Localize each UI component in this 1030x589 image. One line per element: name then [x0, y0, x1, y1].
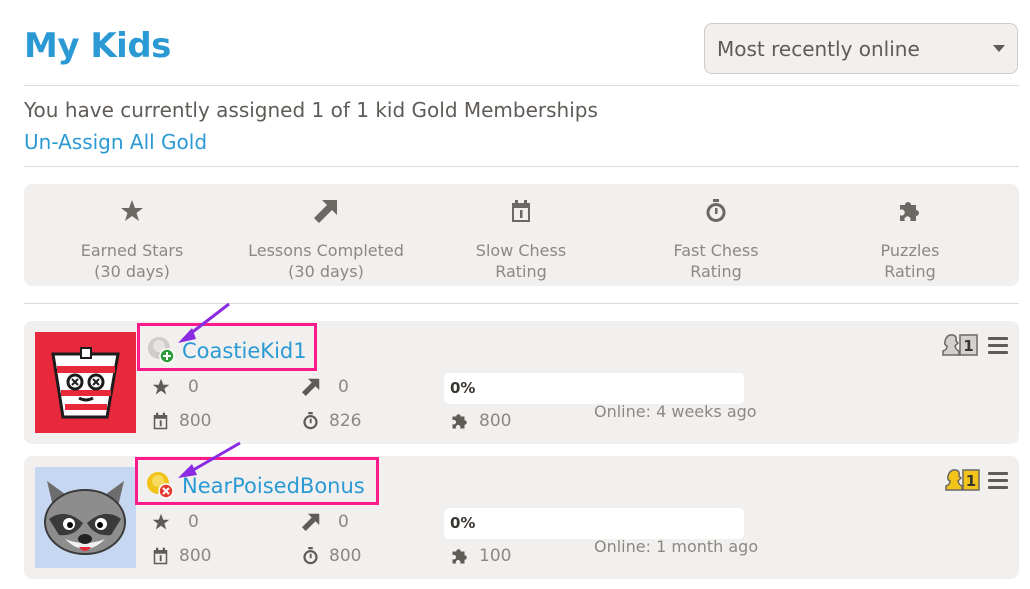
sort-dropdown[interactable]: Most recently online: [704, 23, 1018, 74]
online-status: Online: 1 month ago: [594, 537, 759, 556]
stat-header-lessons[interactable]: Lessons Completed (30 days): [226, 196, 426, 282]
puzzle-icon: [900, 202, 919, 221]
kid-stars: 0: [152, 377, 199, 397]
kid-stars: 0: [152, 512, 199, 532]
arrow-icon: [314, 200, 337, 223]
stopwatch-icon: [303, 412, 318, 430]
kid-slow-rating: 800: [152, 546, 211, 566]
calendar-icon: [153, 412, 168, 430]
kid-puzzle-rating: 800: [451, 411, 511, 431]
stat-header-slow-chess[interactable]: Slow Chess Rating: [421, 196, 621, 282]
stopwatch-icon: [303, 547, 318, 565]
kid-puzzle-rating-value: 100: [479, 546, 512, 566]
sort-dropdown-value: Most recently online: [717, 36, 920, 61]
divider: [24, 85, 1019, 86]
online-status: Online: 4 weeks ago: [594, 402, 757, 421]
progress-percent: 0%: [450, 379, 476, 397]
progress-percent: 0%: [450, 514, 476, 532]
kid-lessons-value: 0: [338, 512, 349, 532]
badge-number: 1: [966, 472, 976, 490]
stat-header-label: Earned Stars: [80, 241, 184, 260]
kid-fast-rating-value: 800: [329, 546, 362, 566]
annotation-arrow: [178, 441, 241, 478]
arrow-icon: [302, 513, 320, 531]
kid-stars-value: 0: [188, 512, 199, 532]
badge-number: 1: [963, 337, 973, 355]
stat-header-sublabel: (30 days): [288, 262, 364, 281]
stat-header-label: Slow Chess: [475, 241, 567, 260]
kid-fast-rating-value: 826: [329, 411, 362, 431]
annotation-arrow: [178, 302, 230, 343]
stat-header-puzzles[interactable]: Puzzles Rating: [810, 196, 1010, 282]
kid-card: NearPoisedBonus 0 0 800 800 100 0% Onlin…: [24, 441, 1019, 579]
arrow-icon: [302, 378, 320, 396]
stat-header-sublabel: Rating: [495, 262, 547, 281]
add-member-icon[interactable]: [146, 335, 176, 365]
stat-header-sublabel: Rating: [690, 262, 742, 281]
progress-bar: 0%: [444, 508, 744, 539]
kid-puzzle-rating-value: 800: [479, 411, 512, 431]
silver-membership-badge-icon[interactable]: 1: [940, 331, 978, 357]
kid-fast-rating: 800: [302, 546, 361, 566]
stat-header-sublabel: (30 days): [94, 262, 170, 281]
star-icon: [152, 378, 170, 395]
kid-slow-rating-value: 800: [179, 411, 212, 431]
star-icon: [152, 513, 170, 530]
avatar[interactable]: [35, 467, 136, 568]
kid-fast-rating: 826: [302, 411, 361, 431]
kid-card: CoastieKid1 0 0 800 826 800 0% Online: 4…: [24, 302, 1019, 444]
avatar[interactable]: [35, 332, 136, 433]
kid-stars-value: 0: [188, 377, 199, 397]
stat-header-label: Puzzles: [880, 241, 940, 260]
chevron-down-icon: [993, 45, 1005, 52]
kid-lessons: 0: [302, 512, 349, 532]
stats-header: Earned Stars (30 days) Lessons Completed…: [24, 184, 1019, 286]
stopwatch-icon: [706, 199, 726, 222]
menu-icon[interactable]: [988, 472, 1008, 490]
calendar-icon: [512, 200, 530, 222]
stat-header-fast-chess[interactable]: Fast Chess Rating: [616, 196, 816, 282]
unassign-all-gold-link[interactable]: Un-Assign All Gold: [24, 130, 207, 154]
remove-member-icon[interactable]: [145, 470, 175, 500]
kid-puzzle-rating: 100: [451, 546, 511, 566]
star-icon: [121, 200, 143, 221]
puzzle-icon: [452, 414, 467, 429]
divider: [24, 166, 1019, 167]
kid-slow-rating-value: 800: [179, 546, 212, 566]
progress-bar: 0%: [444, 373, 744, 404]
stat-header-label: Lessons Completed: [248, 241, 404, 260]
kid-lessons: 0: [302, 377, 349, 397]
puzzle-icon: [452, 549, 467, 564]
stat-header-earned-stars[interactable]: Earned Stars (30 days): [32, 196, 232, 282]
calendar-icon: [153, 547, 168, 565]
stat-header-label: Fast Chess: [673, 241, 759, 260]
gold-membership-badge-icon[interactable]: 1: [944, 466, 980, 492]
stat-header-sublabel: Rating: [884, 262, 936, 281]
page-title: My Kids: [24, 26, 171, 66]
gold-membership-info: You have currently assigned 1 of 1 kid G…: [24, 98, 598, 122]
kid-lessons-value: 0: [338, 377, 349, 397]
kid-slow-rating: 800: [152, 411, 211, 431]
menu-icon[interactable]: [988, 337, 1008, 355]
